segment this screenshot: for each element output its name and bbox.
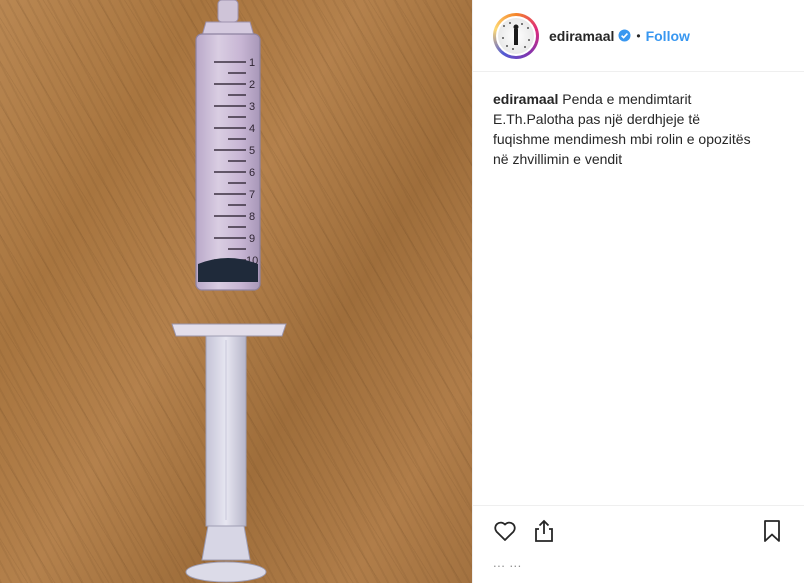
partial-footer-text: ... ... bbox=[493, 555, 522, 570]
instagram-post: 1 2 3 4 5 6 7 8 9 10 ediramaal • Follow … bbox=[0, 0, 804, 583]
avatar[interactable] bbox=[493, 12, 539, 59]
username-link[interactable]: ediramaal bbox=[549, 28, 614, 44]
scale-label: 8 bbox=[249, 211, 255, 223]
post-photo[interactable]: 1 2 3 4 5 6 7 8 9 10 bbox=[0, 0, 472, 583]
verified-badge-icon bbox=[618, 29, 631, 42]
syringe-tip bbox=[217, 0, 239, 23]
syringe-flange bbox=[171, 323, 287, 337]
scale-label: 1 bbox=[249, 57, 255, 69]
scale-label: 6 bbox=[249, 167, 255, 179]
heart-icon[interactable] bbox=[492, 518, 518, 544]
syringe-thumb-rest bbox=[185, 561, 267, 583]
caption-username[interactable]: ediramaal bbox=[493, 91, 558, 107]
post-header: ediramaal • Follow bbox=[473, 0, 804, 72]
follow-button[interactable]: Follow bbox=[646, 28, 690, 44]
syringe-stopper bbox=[198, 258, 258, 282]
action-bar bbox=[473, 505, 804, 555]
scale-label: 9 bbox=[249, 233, 255, 245]
scale-label: 7 bbox=[249, 189, 255, 201]
scale-label: 4 bbox=[249, 123, 255, 135]
separator-dot: • bbox=[636, 28, 641, 43]
scale-label: 3 bbox=[249, 101, 255, 113]
scale-label: 5 bbox=[249, 145, 255, 157]
bookmark-icon[interactable] bbox=[759, 518, 785, 544]
avatar-image bbox=[498, 17, 534, 54]
post-sidebar: ediramaal • Follow ediramaal Penda e men… bbox=[472, 0, 804, 583]
syringe-photo: 1 2 3 4 5 6 7 8 9 10 bbox=[171, 0, 287, 583]
share-icon[interactable] bbox=[531, 518, 557, 544]
post-caption: ediramaal Penda e mendimtarit E.Th.Palot… bbox=[473, 72, 773, 169]
scale-label: 2 bbox=[249, 79, 255, 91]
